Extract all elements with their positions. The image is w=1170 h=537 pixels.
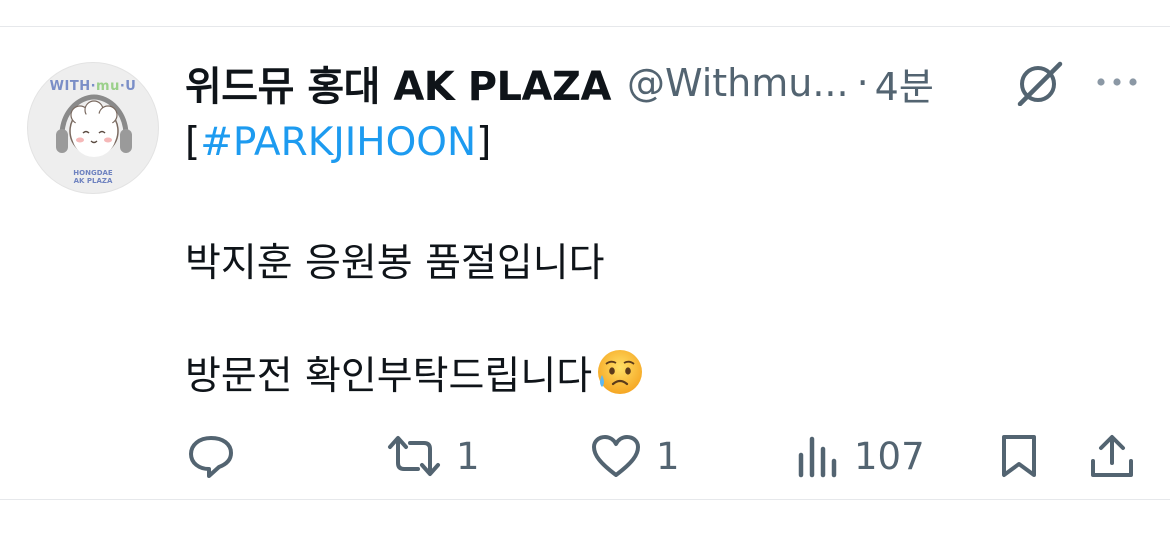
timestamp[interactable]: 4분 <box>875 56 934 111</box>
retweet-icon <box>388 436 440 476</box>
views-button[interactable]: 107 <box>796 426 925 486</box>
views-icon <box>798 436 837 478</box>
retweet-count: 1 <box>456 434 480 478</box>
sad-but-relieved-face-icon <box>598 350 643 394</box>
like-button[interactable]: 1 <box>590 426 680 486</box>
bookmark-icon <box>1002 435 1036 477</box>
separator-dot: · <box>856 61 869 105</box>
share-button[interactable] <box>1088 426 1136 486</box>
grok-icon[interactable] <box>1014 60 1066 106</box>
share-icon <box>1091 435 1133 477</box>
tweet-header: 위드뮤 홍대 AK PLAZA @Withmu... · 4분 <box>185 56 934 111</box>
reply-icon <box>189 436 233 478</box>
views-count: 107 <box>854 434 925 478</box>
avatar-sub-line1: HONGDAE <box>73 169 113 177</box>
tweet-text-line-2: 박지훈 응원봉 품절입니다 <box>185 241 605 286</box>
bookmark-button[interactable] <box>998 426 1040 486</box>
reply-button[interactable] <box>186 426 236 486</box>
like-count: 1 <box>656 434 680 478</box>
tweet-actions: 1 1 107 <box>0 426 1170 486</box>
hashtag-link[interactable]: #PARKJIHOON <box>200 120 476 165</box>
bottom-divider <box>0 499 1170 500</box>
avatar[interactable]: WITH·mu·U HONGDAE AK PLAZA <box>27 62 159 194</box>
tweet-text-line-3: 방문전 확인부탁드립니다 <box>185 345 644 401</box>
top-divider <box>0 26 1170 27</box>
heart-icon <box>592 435 640 477</box>
user-handle[interactable]: @Withmu... <box>627 61 849 105</box>
more-options-icon[interactable] <box>1094 70 1140 94</box>
display-name[interactable]: 위드뮤 홍대 AK PLAZA <box>185 54 611 112</box>
avatar-sub-line2: AK PLAZA <box>73 177 113 185</box>
retweet-button[interactable]: 1 <box>386 426 480 486</box>
tweet-text-line-1: [#PARKJIHOON] <box>185 120 492 165</box>
